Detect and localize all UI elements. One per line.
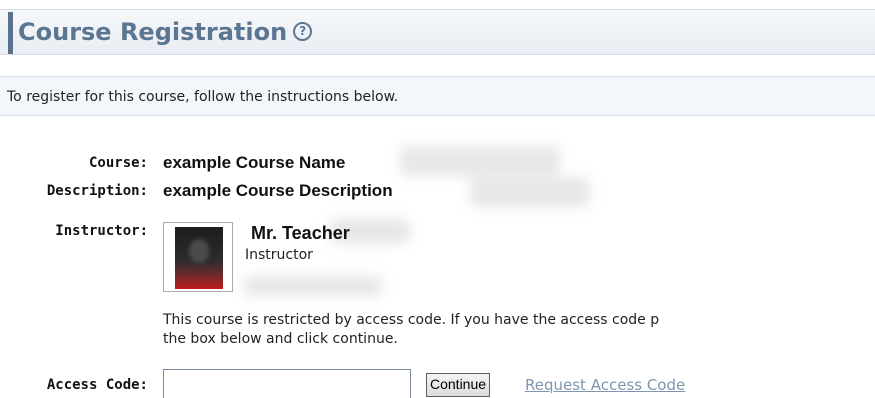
course-registration-page: Course Registration? To register for thi…	[0, 0, 875, 398]
instructor-label: Instructor:	[55, 223, 148, 239]
instructor-avatar	[175, 227, 223, 289]
help-icon[interactable]: ?	[293, 21, 313, 41]
restricted-notice: This course is restricted by access code…	[163, 311, 659, 349]
course-label: Course:	[88, 155, 148, 171]
restricted-notice-line-1: This course is restricted by access code…	[163, 312, 660, 328]
page-title-text: Course Registration	[18, 18, 288, 46]
avatar-face	[189, 239, 209, 263]
page-header: Course Registration?	[0, 9, 875, 55]
redacted-blur	[243, 276, 383, 296]
course-description-value: example Course Description	[163, 181, 393, 200]
instructions-text: To register for this course, follow the …	[0, 76, 875, 116]
access-code-input[interactable]	[163, 369, 411, 398]
page-title: Course Registration?	[18, 13, 313, 51]
redacted-blur	[400, 146, 560, 176]
request-access-code-link[interactable]: Request Access Code	[525, 373, 685, 397]
redacted-blur	[470, 177, 590, 207]
description-label: Description:	[46, 183, 148, 199]
course-name-value: example Course Name	[163, 153, 346, 172]
instructor-avatar-frame	[163, 222, 233, 292]
continue-button[interactable]: Continue	[426, 373, 491, 397]
restricted-notice-line-2: the box below and click continue.	[163, 331, 398, 347]
access-code-label: Access Code:	[46, 377, 148, 393]
instructor-name: Mr. Teacher	[251, 223, 350, 243]
instructor-role: Instructor	[245, 247, 313, 263]
header-accent-bar	[8, 12, 13, 54]
